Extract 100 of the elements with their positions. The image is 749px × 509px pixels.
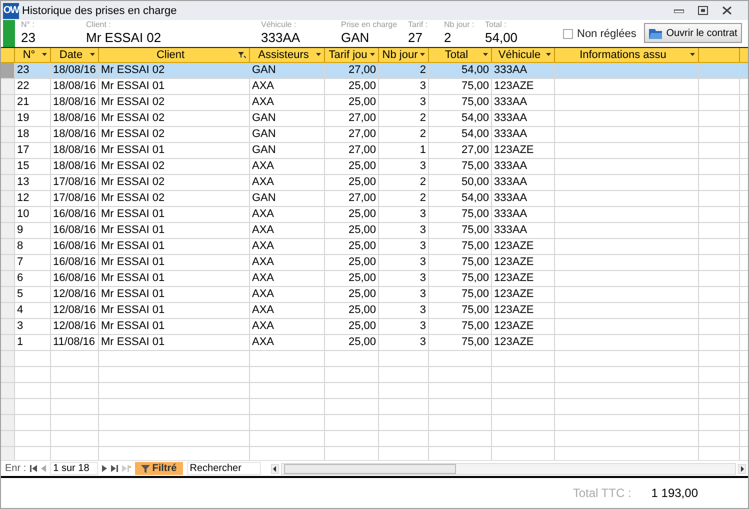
table-cell: 75,00 [429, 207, 492, 222]
row-selector[interactable] [1, 127, 15, 142]
scrollbar-thumb[interactable] [284, 464, 456, 474]
open-contract-button[interactable]: Ouvrir le contrat [644, 23, 742, 43]
table-cell: AXA [250, 319, 325, 334]
table-cell: 11/08/16 [51, 335, 99, 350]
table-cell: 333AA [492, 207, 555, 222]
row-selector[interactable] [1, 111, 15, 126]
row-selector[interactable] [1, 63, 15, 78]
table-cell: 75,00 [429, 239, 492, 254]
table-cell: 25,00 [325, 255, 379, 270]
table-cell: Mr ESSAI 02 [99, 63, 250, 78]
filter-toggle[interactable]: Filtré [135, 462, 183, 475]
column-header[interactable]: Date [51, 48, 99, 62]
row-selector[interactable] [1, 143, 15, 158]
row-selector[interactable] [1, 79, 15, 94]
row-selector[interactable] [1, 159, 15, 174]
previous-record-icon[interactable] [41, 465, 46, 472]
column-header[interactable]: Véhicule [492, 48, 555, 62]
table-cell: 6 [15, 271, 51, 286]
row-selector[interactable] [1, 447, 15, 460]
table-cell: 123AZE [492, 143, 555, 158]
table-cell: 16/08/16 [51, 255, 99, 270]
row-selector[interactable] [1, 175, 15, 190]
row-selector[interactable] [1, 223, 15, 238]
table-cell: 75,00 [429, 159, 492, 174]
first-record-icon[interactable] [30, 465, 38, 472]
table-cell: 12/08/16 [51, 287, 99, 302]
search-field[interactable]: Rechercher [186, 462, 261, 475]
row-selector[interactable] [1, 207, 15, 222]
close-icon[interactable] [722, 6, 732, 15]
row-selector[interactable] [1, 287, 15, 302]
maximize-icon[interactable] [698, 6, 708, 15]
new-record-icon[interactable] [122, 465, 132, 472]
scroll-left-icon[interactable] [270, 464, 279, 474]
table-cell: Mr ESSAI 01 [99, 223, 250, 238]
table-cell: 123AZE [492, 303, 555, 318]
row-selector[interactable] [1, 255, 15, 270]
row-selector[interactable] [1, 415, 15, 430]
app-logo: OW [3, 2, 19, 18]
table-cell: 75,00 [429, 223, 492, 238]
row-selector[interactable] [1, 271, 15, 286]
table-cell: 3 [379, 303, 429, 318]
table-cell: 1 [15, 335, 51, 350]
table-cell: 333AA [492, 127, 555, 142]
last-record-icon[interactable] [111, 465, 118, 472]
minimize-icon[interactable] [674, 8, 684, 12]
record-position-field[interactable]: 1 sur 18 [50, 462, 98, 475]
table-cell: 123AZE [492, 271, 555, 286]
column-header[interactable]: Informations assu [555, 48, 699, 62]
column-header[interactable]: N° [15, 48, 51, 62]
row-selector[interactable] [1, 95, 15, 110]
horizontal-scrollbar[interactable] [280, 462, 736, 474]
table-cell: 123AZE [492, 335, 555, 350]
table-cell: AXA [250, 207, 325, 222]
column-header[interactable]: Nb jour [379, 48, 429, 62]
column-header[interactable]: Assisteurs [250, 48, 325, 62]
table-cell: GAN [250, 63, 325, 78]
table-cell: 2 [379, 191, 429, 206]
column-header[interactable]: Client [99, 48, 250, 62]
table-cell: Mr ESSAI 02 [99, 95, 250, 110]
row-selector[interactable] [1, 335, 15, 350]
column-header[interactable]: Tarif jou [325, 48, 379, 62]
table-cell: 27,00 [325, 191, 379, 206]
table-cell: 25,00 [325, 175, 379, 190]
table-cell: 18/08/16 [51, 79, 99, 94]
row-selector[interactable] [1, 367, 15, 382]
row-selector[interactable] [1, 383, 15, 398]
funnel-icon [141, 464, 150, 472]
table-cell: 8 [15, 239, 51, 254]
row-selector[interactable] [1, 319, 15, 334]
table-cell: Mr ESSAI 01 [99, 255, 250, 270]
row-selector[interactable] [1, 239, 15, 254]
table-cell: 3 [379, 287, 429, 302]
table-cell: 333AA [492, 223, 555, 238]
window-title: Historique des prises en charge [22, 4, 178, 16]
table-cell: 50,00 [429, 175, 492, 190]
next-record-icon[interactable] [102, 465, 108, 472]
table-cell: 333AA [492, 175, 555, 190]
table-cell: 25,00 [325, 79, 379, 94]
column-header[interactable]: Total [429, 48, 492, 62]
scroll-right-icon[interactable] [738, 464, 746, 474]
checkbox[interactable] [563, 28, 573, 38]
checkbox-label: Non réglées [577, 28, 636, 40]
table-cell: GAN [250, 191, 325, 206]
table-cell: AXA [250, 175, 325, 190]
table-cell: 4 [15, 303, 51, 318]
row-selector[interactable] [1, 351, 15, 366]
field-label: Véhicule : [261, 20, 298, 30]
table-cell: 75,00 [429, 287, 492, 302]
table-cell: 123AZE [492, 79, 555, 94]
row-selector[interactable] [1, 431, 15, 446]
table-cell: 25,00 [325, 303, 379, 318]
table-cell: 18/08/16 [51, 127, 99, 142]
row-selector[interactable] [1, 303, 15, 318]
table-cell: 18/08/16 [51, 143, 99, 158]
row-selector[interactable] [1, 399, 15, 414]
field-value: 27 [408, 30, 424, 45]
table-cell: 75,00 [429, 255, 492, 270]
row-selector[interactable] [1, 191, 15, 206]
